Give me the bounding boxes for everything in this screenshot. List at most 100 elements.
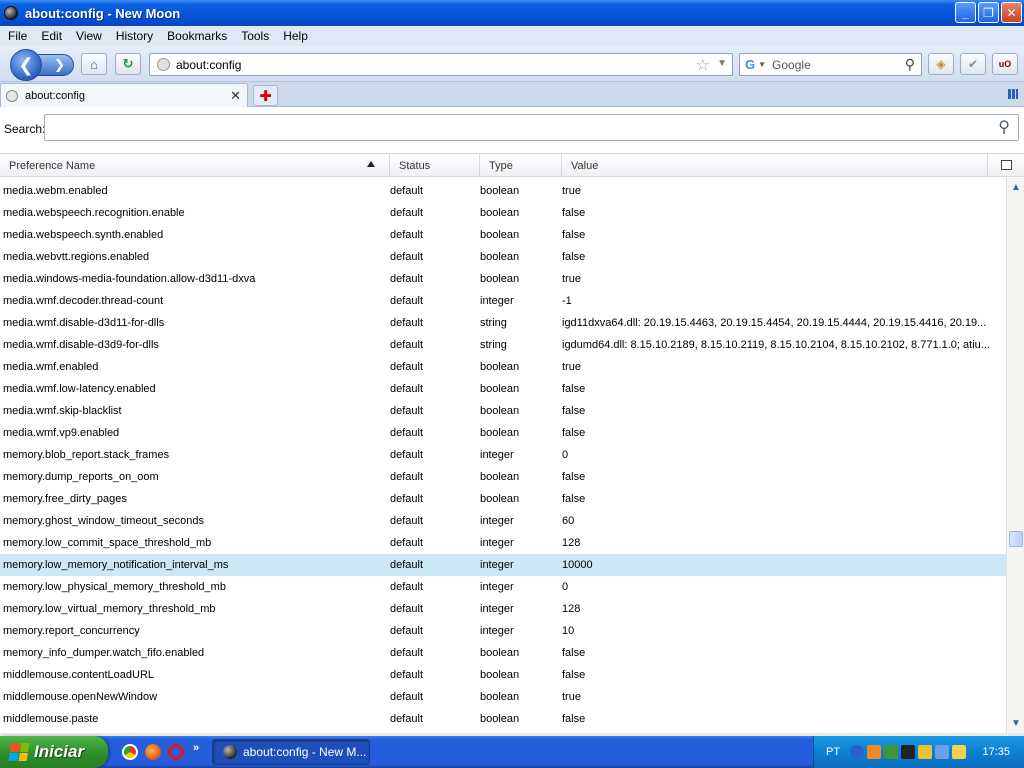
menu-edit[interactable]: Edit xyxy=(35,29,68,43)
table-row[interactable]: media.wmf.disable-d3d11-for-dllsdefaults… xyxy=(0,312,1006,334)
ublock-button[interactable]: uO xyxy=(992,53,1018,75)
table-row[interactable]: media.wmf.low-latency.enableddefaultbool… xyxy=(0,378,1006,400)
back-arrow-icon: ❮ xyxy=(18,55,33,76)
table-row[interactable]: memory.report_concurrencydefaultinteger1… xyxy=(0,620,1006,642)
table-row[interactable]: media.webspeech.synth.enableddefaultbool… xyxy=(0,224,1006,246)
menu-history[interactable]: History xyxy=(110,29,159,43)
menu-view[interactable]: View xyxy=(70,29,108,43)
tray-network-icon[interactable] xyxy=(935,745,949,759)
pref-type-cell: boolean xyxy=(480,361,558,373)
table-row[interactable]: media.wmf.vp9.enableddefaultbooleanfalse xyxy=(0,422,1006,444)
new-moon-app-icon[interactable] xyxy=(4,6,18,20)
table-row[interactable]: memory.blob_report.stack_framesdefaultin… xyxy=(0,444,1006,466)
table-row[interactable]: memory.low_commit_space_threshold_mbdefa… xyxy=(0,532,1006,554)
bookmark-star-icon[interactable]: ☆ xyxy=(696,55,710,75)
pref-status-cell: default xyxy=(390,515,470,527)
opera-quicklaunch-icon[interactable] xyxy=(168,744,184,760)
pref-value-cell: 10 xyxy=(562,625,1004,637)
table-row[interactable]: memory.low_physical_memory_threshold_mbd… xyxy=(0,576,1006,598)
pref-value-cell: false xyxy=(562,493,1004,505)
menu-bookmarks[interactable]: Bookmarks xyxy=(161,29,233,43)
column-picker-icon[interactable] xyxy=(1001,160,1012,170)
pref-value-cell: 0 xyxy=(562,581,1004,593)
home-button[interactable]: ⌂ xyxy=(81,53,107,75)
sort-ascending-icon xyxy=(367,161,375,167)
table-row[interactable]: media.wmf.decoder.thread-countdefaultint… xyxy=(0,290,1006,312)
column-status[interactable]: Status xyxy=(390,154,480,177)
column-type[interactable]: Type xyxy=(480,154,562,177)
pref-value-cell: 128 xyxy=(562,603,1004,615)
column-preference-name[interactable]: Preference Name xyxy=(0,154,390,177)
scroll-up-icon[interactable]: ▲ xyxy=(1009,180,1023,194)
scrollbar-thumb[interactable] xyxy=(1009,531,1023,547)
table-row[interactable]: middlemouse.contentLoadURLdefaultboolean… xyxy=(0,664,1006,686)
restore-button[interactable]: ❐ xyxy=(978,2,999,23)
table-row[interactable]: media.wmf.enableddefaultbooleantrue xyxy=(0,356,1006,378)
table-row[interactable]: media.wmf.skip-blacklistdefaultbooleanfa… xyxy=(0,400,1006,422)
tray-clock[interactable]: 17:35 xyxy=(982,746,1010,758)
close-window-button[interactable]: ✕ xyxy=(1001,2,1022,23)
addon-button-1[interactable]: ◈ xyxy=(928,53,954,75)
google-engine-icon[interactable]: G xyxy=(745,57,755,72)
table-row[interactable]: middlemouse.openNewWindowdefaultbooleant… xyxy=(0,686,1006,708)
pref-value-cell: true xyxy=(562,273,1004,285)
table-row[interactable]: media.webspeech.recognition.enabledefaul… xyxy=(0,202,1006,224)
vertical-scrollbar[interactable]: ▲ ▼ xyxy=(1006,178,1024,733)
tray-app-icon-3[interactable] xyxy=(918,745,932,759)
engine-dropdown-icon[interactable]: ▼ xyxy=(758,60,766,69)
table-row[interactable]: memory.low_memory_notification_interval_… xyxy=(0,554,1006,576)
scroll-down-icon[interactable]: ▼ xyxy=(1009,716,1023,730)
url-text[interactable]: about:config xyxy=(176,58,241,72)
table-row[interactable]: media.windows-media-foundation.allow-d3d… xyxy=(0,268,1006,290)
table-row[interactable]: media.wmf.disable-d3d9-for-dllsdefaultst… xyxy=(0,334,1006,356)
tab-close-icon[interactable]: ✕ xyxy=(230,88,241,104)
tray-monitor-icon[interactable] xyxy=(901,745,915,759)
site-identity-icon[interactable] xyxy=(157,58,170,71)
table-row[interactable]: memory.dump_reports_on_oomdefaultboolean… xyxy=(0,466,1006,488)
pref-status-cell: default xyxy=(390,713,470,725)
table-row[interactable]: memory.ghost_window_timeout_secondsdefau… xyxy=(0,510,1006,532)
reload-button[interactable]: ↻ xyxy=(115,53,141,75)
url-bar[interactable]: about:config ☆ ▼ xyxy=(149,53,733,76)
table-row[interactable]: media.webm.enableddefaultbooleantrue xyxy=(0,180,1006,202)
list-all-tabs-icon[interactable] xyxy=(1008,89,1018,99)
table-row[interactable]: media.webvtt.regions.enableddefaultboole… xyxy=(0,246,1006,268)
menu-help[interactable]: Help xyxy=(277,29,314,43)
tray-back-icon[interactable] xyxy=(850,745,864,759)
language-indicator[interactable]: PT xyxy=(826,746,840,758)
pref-type-cell: integer xyxy=(480,537,558,549)
web-search-placeholder[interactable]: Google xyxy=(772,58,811,72)
config-search-row: Search: ⚲ xyxy=(0,107,1024,151)
table-row[interactable]: middlemouse.pastedefaultbooleanfalse xyxy=(0,708,1006,730)
quicklaunch-more-icon[interactable]: » xyxy=(193,742,199,754)
tray-app-icon-2[interactable] xyxy=(884,745,898,759)
config-search-icon[interactable]: ⚲ xyxy=(998,117,1010,137)
firefox-quicklaunch-icon[interactable] xyxy=(145,744,161,760)
config-search-input[interactable] xyxy=(44,114,1019,141)
column-value[interactable]: Value xyxy=(562,154,988,177)
addon-button-2[interactable]: ✔ xyxy=(960,53,986,75)
back-button[interactable]: ❮ xyxy=(10,49,42,81)
taskbar-item-new-moon[interactable]: about:config - New M... xyxy=(212,739,370,765)
pref-status-cell: default xyxy=(390,691,470,703)
url-history-dropdown-icon[interactable]: ▼ xyxy=(717,58,727,69)
tray-app-icon-1[interactable] xyxy=(867,745,881,759)
minimize-button[interactable]: _ xyxy=(955,2,976,23)
start-button[interactable]: Iniciar xyxy=(0,736,108,768)
pref-value-cell: 0 xyxy=(562,449,1004,461)
chrome-quicklaunch-icon[interactable] xyxy=(122,744,138,760)
pref-type-cell: boolean xyxy=(480,691,558,703)
table-row[interactable]: memory.low_virtual_memory_threshold_mbde… xyxy=(0,598,1006,620)
pref-value-cell: false xyxy=(562,713,1004,725)
search-go-icon[interactable]: ⚲ xyxy=(905,56,915,73)
menu-tools[interactable]: Tools xyxy=(235,29,275,43)
menu-file[interactable]: File xyxy=(0,29,33,43)
tray-shield-icon[interactable] xyxy=(952,745,966,759)
table-row[interactable]: memory.free_dirty_pagesdefaultbooleanfal… xyxy=(0,488,1006,510)
table-row[interactable]: memory_info_dumper.watch_fifo.enableddef… xyxy=(0,642,1006,664)
windows-taskbar: Iniciar » about:config - New M... PT 17:… xyxy=(0,736,1024,768)
web-search-bar[interactable]: G ▼ Google ⚲ xyxy=(739,53,922,76)
pref-value-cell: false xyxy=(562,647,1004,659)
new-tab-button[interactable]: ✚ xyxy=(253,85,278,106)
tab-about-config[interactable]: about:config ✕ xyxy=(0,83,248,107)
